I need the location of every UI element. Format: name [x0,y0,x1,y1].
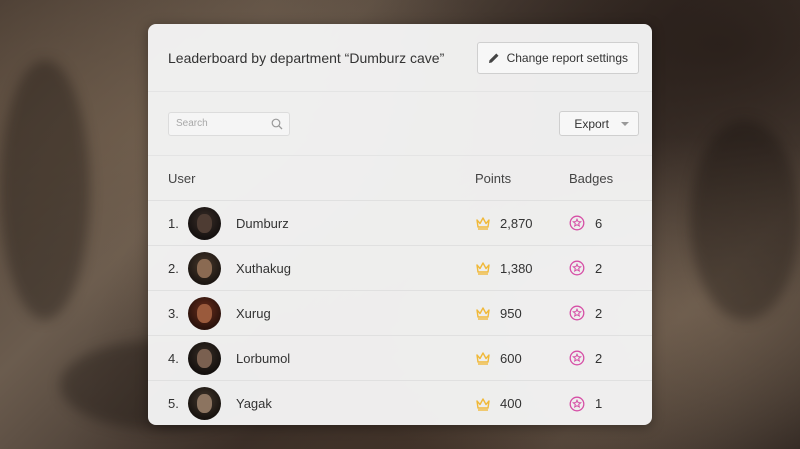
rank: 4. [168,350,179,366]
star-badge-icon [569,350,585,366]
star-badge-icon [569,260,585,276]
badges-cell: 1 [569,396,602,412]
user-name[interactable]: Xuthakug [236,261,291,276]
points-value: 2,870 [500,215,533,231]
star-badge-icon [569,215,585,231]
badges-value: 2 [595,260,603,276]
table-row[interactable]: 3. Xurug 950 2 [148,291,652,336]
pencil-icon [488,53,499,63]
user-cell: 5. Yagak [168,387,475,420]
star-badge-icon [569,396,585,411]
user-cell: 1. Dumburz [168,206,475,240]
crown-icon [476,397,490,411]
badges-cell: 2 [569,305,602,321]
search-box [168,111,290,136]
crown-icon [476,262,490,275]
user-cell: 2. Xuthakug [168,251,475,285]
badges-value: 1 [595,396,603,411]
table-row[interactable]: 5. Yagak 400 1 [148,381,652,425]
user-cell: 4. Lorbumol [168,341,475,375]
settings-button-label: Change report settings [506,50,628,65]
export-button[interactable]: Export [559,111,639,136]
column-header-badges[interactable]: Badges [569,171,613,186]
table-row[interactable]: 4. Lorbumol 600 2 [148,336,652,381]
rank: 2. [168,260,179,276]
points-cell: 1,380 [475,261,569,276]
points-value: 950 [500,305,522,321]
points-cell: 400 [475,396,569,411]
avatar[interactable] [188,387,221,420]
table-row[interactable]: 1. Dumburz 2,870 6 [148,201,652,246]
points-cell: 600 [475,351,569,366]
points-value: 1,380 [500,260,533,276]
badges-value: 2 [595,305,603,321]
user-cell: 3. Xurug [168,296,475,330]
avatar[interactable] [188,296,221,330]
table-header: User Points Badges [148,156,652,201]
points-value: 400 [500,396,522,411]
star-badge-icon [569,305,585,321]
search-icon[interactable] [271,118,283,130]
user-name[interactable]: Yagak [236,396,272,411]
avatar[interactable] [188,341,221,375]
rank: 1. [168,215,179,231]
page-title: Leaderboard by department “Dumburz cave” [168,49,445,66]
column-header-points[interactable]: Points [475,171,569,186]
badges-cell: 2 [569,260,602,276]
badges-cell: 2 [569,350,602,366]
export-button-label: Export [574,116,609,131]
badges-value: 6 [595,215,603,231]
crown-icon [476,352,490,365]
badges-value: 2 [595,350,603,366]
crown-icon [476,217,490,230]
avatar[interactable] [188,251,221,285]
toolbar: Export [148,92,652,156]
rank: 3. [168,305,179,321]
chevron-down-icon [621,121,629,126]
badges-cell: 6 [569,215,602,231]
leaderboard-table: 1. Dumburz 2,870 6 2. Xuthakug 1,380 2 3… [148,201,652,425]
points-cell: 2,870 [475,216,569,231]
points-cell: 950 [475,306,569,321]
user-name[interactable]: Lorbumol [236,351,290,366]
rank: 5. [168,396,179,411]
change-report-settings-button[interactable]: Change report settings [476,41,639,74]
card-header: Leaderboard by department “Dumburz cave”… [148,24,652,92]
avatar[interactable] [188,206,221,240]
crown-icon [476,307,490,320]
user-name[interactable]: Xurug [236,306,271,321]
table-row[interactable]: 2. Xuthakug 1,380 2 [148,246,652,291]
leaderboard-card: Leaderboard by department “Dumburz cave”… [148,24,652,425]
user-name[interactable]: Dumburz [236,216,289,231]
column-header-user[interactable]: User [168,171,475,186]
points-value: 600 [500,350,522,366]
